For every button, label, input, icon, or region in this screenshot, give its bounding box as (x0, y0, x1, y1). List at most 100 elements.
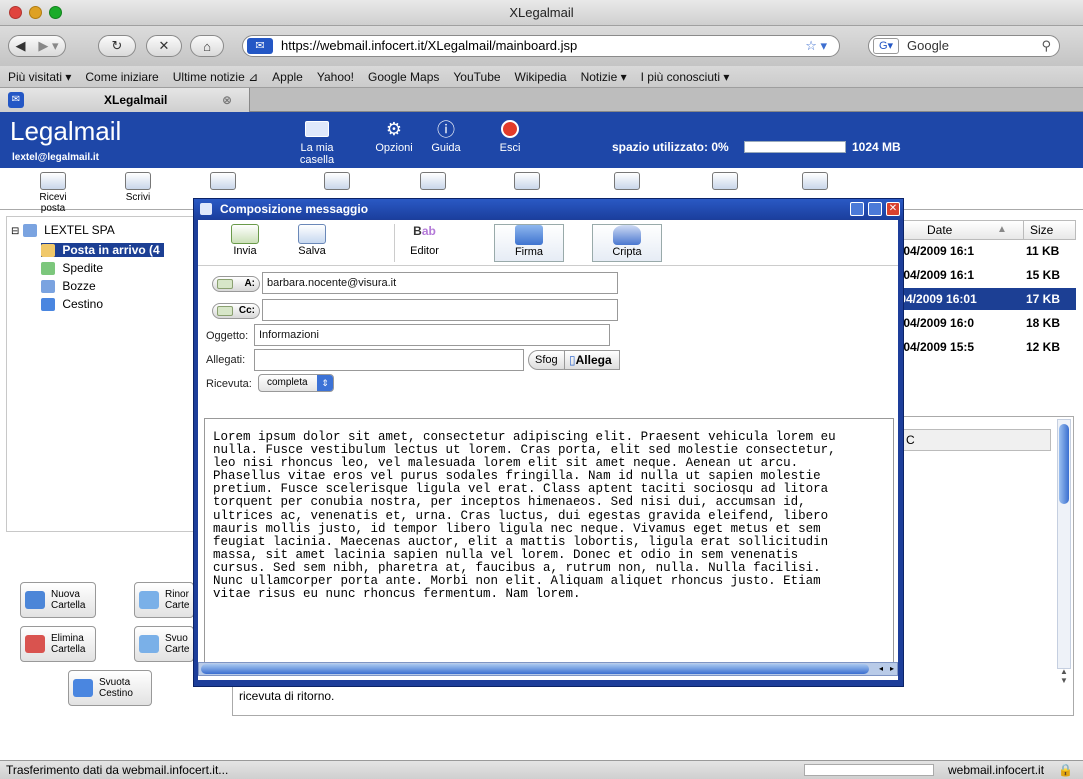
send-button[interactable]: Invia (220, 224, 270, 262)
tab-xlegalmail[interactable]: ✉ XLegalmail ⊗ (0, 88, 250, 112)
new-folder-label-2: Cartella (51, 600, 86, 611)
find-button[interactable] (710, 172, 740, 192)
star-icon[interactable]: ☆ ▾ (805, 36, 827, 56)
table-row[interactable]: )/04/2009 16:1 15 KB (896, 264, 1076, 286)
mailbox-button[interactable]: La mia casella (285, 118, 349, 166)
compose-dialog-titlebar[interactable]: Composizione messaggio ✕ (194, 199, 903, 219)
dialog-scroll-thumb[interactable] (201, 664, 869, 674)
lock-icon[interactable]: 🔒 (1058, 761, 1073, 779)
scroll-left-icon[interactable]: ◂ (879, 663, 883, 675)
table-row[interactable]: )/04/2009 16:0 18 KB (896, 312, 1076, 334)
trash-icon (41, 298, 55, 312)
preview-scrollbar[interactable] (1057, 419, 1071, 669)
column-date[interactable]: Date (927, 221, 952, 239)
table-row[interactable]: )/04/2009 16:1 11 KB (896, 240, 1076, 262)
table-row[interactable]: /04/2009 16:01 17 KB (896, 288, 1076, 310)
delete-folder-button[interactable]: Elimina Cartella (20, 626, 96, 662)
cc-label: Cc: (238, 305, 255, 316)
help-button[interactable]: ⓘ Guida (428, 118, 464, 154)
table-row[interactable]: )/04/2009 15:5 12 KB (896, 336, 1076, 358)
bookmarks-bar: Più visitati ▾ Come iniziare Ultime notizi… (0, 66, 1083, 88)
reply-button[interactable] (208, 172, 238, 192)
stop-button[interactable]: ✕ (146, 35, 182, 57)
attachment-path-field[interactable] (254, 349, 524, 371)
back-forward-buttons[interactable]: ◀ ▶ ▾ (8, 35, 66, 57)
delete-button[interactable] (612, 172, 642, 192)
editor-label: Editor (410, 245, 439, 257)
bookmark-item[interactable]: Più visitati ▾ (8, 70, 71, 84)
empty-folder-button[interactable]: Svuo Carte (134, 626, 194, 662)
google-icon[interactable]: G▾ (873, 38, 899, 54)
reply-all-button[interactable] (322, 172, 352, 192)
preview-text: ricevuta di ritorno. (239, 689, 335, 703)
tree-item-sent[interactable]: Spedite (41, 261, 104, 276)
forward-icon[interactable]: ▶ ▾ (38, 38, 58, 54)
message-body[interactable]: Lorem ipsum dolor sit amet, consectetur … (204, 418, 894, 664)
back-icon[interactable]: ◀ (15, 38, 25, 54)
encrypt-button[interactable]: Cripta (592, 224, 662, 262)
home-button[interactable]: ⌂ (190, 35, 224, 57)
receipt-select[interactable]: completa ⇕ (258, 374, 334, 392)
scroll-right-icon[interactable]: ▸ (890, 663, 894, 675)
bookmark-item[interactable]: Come iniziare (85, 70, 158, 84)
save-label: Salva (298, 245, 326, 257)
print-button[interactable] (800, 172, 830, 192)
options-button[interactable]: ⚙ Opzioni (372, 118, 416, 155)
editor-button[interactable]: Bab Editor (394, 224, 454, 262)
close-tab-icon[interactable]: ⊗ (222, 88, 232, 112)
collapse-icon[interactable]: ⊟ (11, 226, 19, 237)
receive-mail-button[interactable]: Ricevi posta (28, 172, 78, 214)
new-folder-button[interactable]: Nuova Cartella (20, 582, 96, 618)
bookmark-item[interactable]: Ultime notizie ⊿ (173, 70, 258, 84)
row-date: /04/2009 16:01 (896, 292, 977, 306)
bookmark-item[interactable]: Notizie ▾ (581, 70, 627, 84)
column-size[interactable]: Size (1023, 221, 1053, 239)
tree-item-inbox[interactable]: Posta in arrivo (4 (41, 243, 164, 258)
save-button[interactable]: Salva (282, 224, 342, 262)
compose-button[interactable]: Scrivi (118, 172, 158, 203)
tree-item-label: Spedite (62, 261, 104, 275)
logout-button[interactable]: Esci (492, 118, 528, 154)
tree-item-drafts[interactable]: Bozze (41, 279, 96, 294)
forward-mail-icon (420, 172, 446, 190)
cc-field[interactable] (262, 299, 618, 321)
search-icon[interactable]: ⚲ (1041, 36, 1051, 56)
tree-root[interactable]: ⊟ LEXTEL SPA (11, 223, 115, 238)
sort-icon[interactable]: ▲ (997, 221, 1007, 239)
minimize-dialog-icon[interactable] (850, 202, 864, 216)
search-input[interactable]: G▾ Google ⚲ (868, 35, 1060, 57)
forward-mail-button[interactable] (418, 172, 448, 192)
empty-trash-button[interactable]: Svuota Cestino (68, 670, 152, 706)
bookmark-item[interactable]: Google Maps (368, 70, 439, 84)
tree-item-trash[interactable]: Cestino (41, 297, 103, 312)
to-field[interactable]: barbara.nocente@visura.it (262, 272, 618, 294)
preview-scroll-thumb[interactable] (1059, 424, 1069, 504)
help-icon: ⓘ (437, 120, 455, 140)
bookmark-item[interactable]: Apple (272, 70, 303, 84)
preview-scrollbar-lower[interactable]: ▲ ▼ (1057, 667, 1071, 707)
bookmark-item[interactable]: Yahoo! (317, 70, 354, 84)
bookmark-item[interactable]: Wikipedia (515, 70, 567, 84)
url-bar[interactable]: ✉ https://webmail.infocert.it/XLegalmail… (242, 35, 840, 57)
subject-field[interactable]: Informazioni (254, 324, 610, 346)
folder-tree: ⊟ LEXTEL SPA Posta in arrivo (4 Spedite … (6, 216, 196, 532)
attach-button[interactable]: ▯Allega (564, 350, 620, 370)
bookmark-item[interactable]: I più conosciuti ▾ (641, 70, 730, 84)
empty-trash-label-1: Svuota (99, 677, 131, 688)
signature-label: Firma (514, 246, 544, 258)
encrypt-label: Cripta (612, 246, 642, 258)
dialog-horizontal-scrollbar[interactable]: ◂ ▸ (198, 662, 898, 676)
reload-button[interactable]: ↻ (98, 35, 136, 57)
cc-address-button[interactable]: Cc: (212, 303, 260, 319)
rename-folder-button[interactable]: Rinor Carte (134, 582, 194, 618)
address-book-icon (217, 279, 233, 289)
close-dialog-icon[interactable]: ✕ (886, 202, 900, 216)
maximize-dialog-icon[interactable] (868, 202, 882, 216)
user-email: lextel@legalmail.it (12, 152, 100, 163)
empty-trash-label-2: Cestino (99, 688, 133, 699)
to-address-button[interactable]: A: (212, 276, 260, 292)
move-button[interactable] (512, 172, 542, 192)
signature-button[interactable]: Firma (494, 224, 564, 262)
search-placeholder: Google (907, 38, 949, 53)
bookmark-item[interactable]: YouTube (453, 70, 500, 84)
